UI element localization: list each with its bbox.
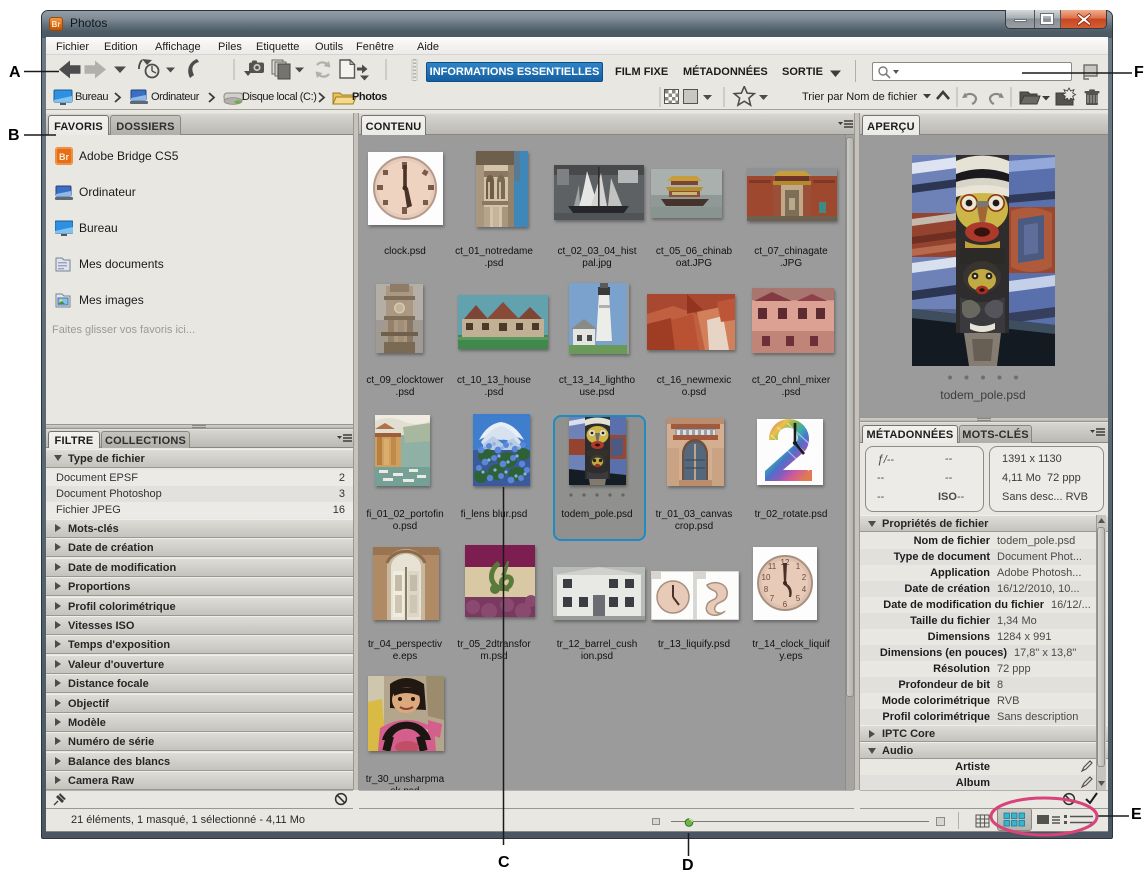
svg-text:Br: Br	[59, 152, 69, 162]
